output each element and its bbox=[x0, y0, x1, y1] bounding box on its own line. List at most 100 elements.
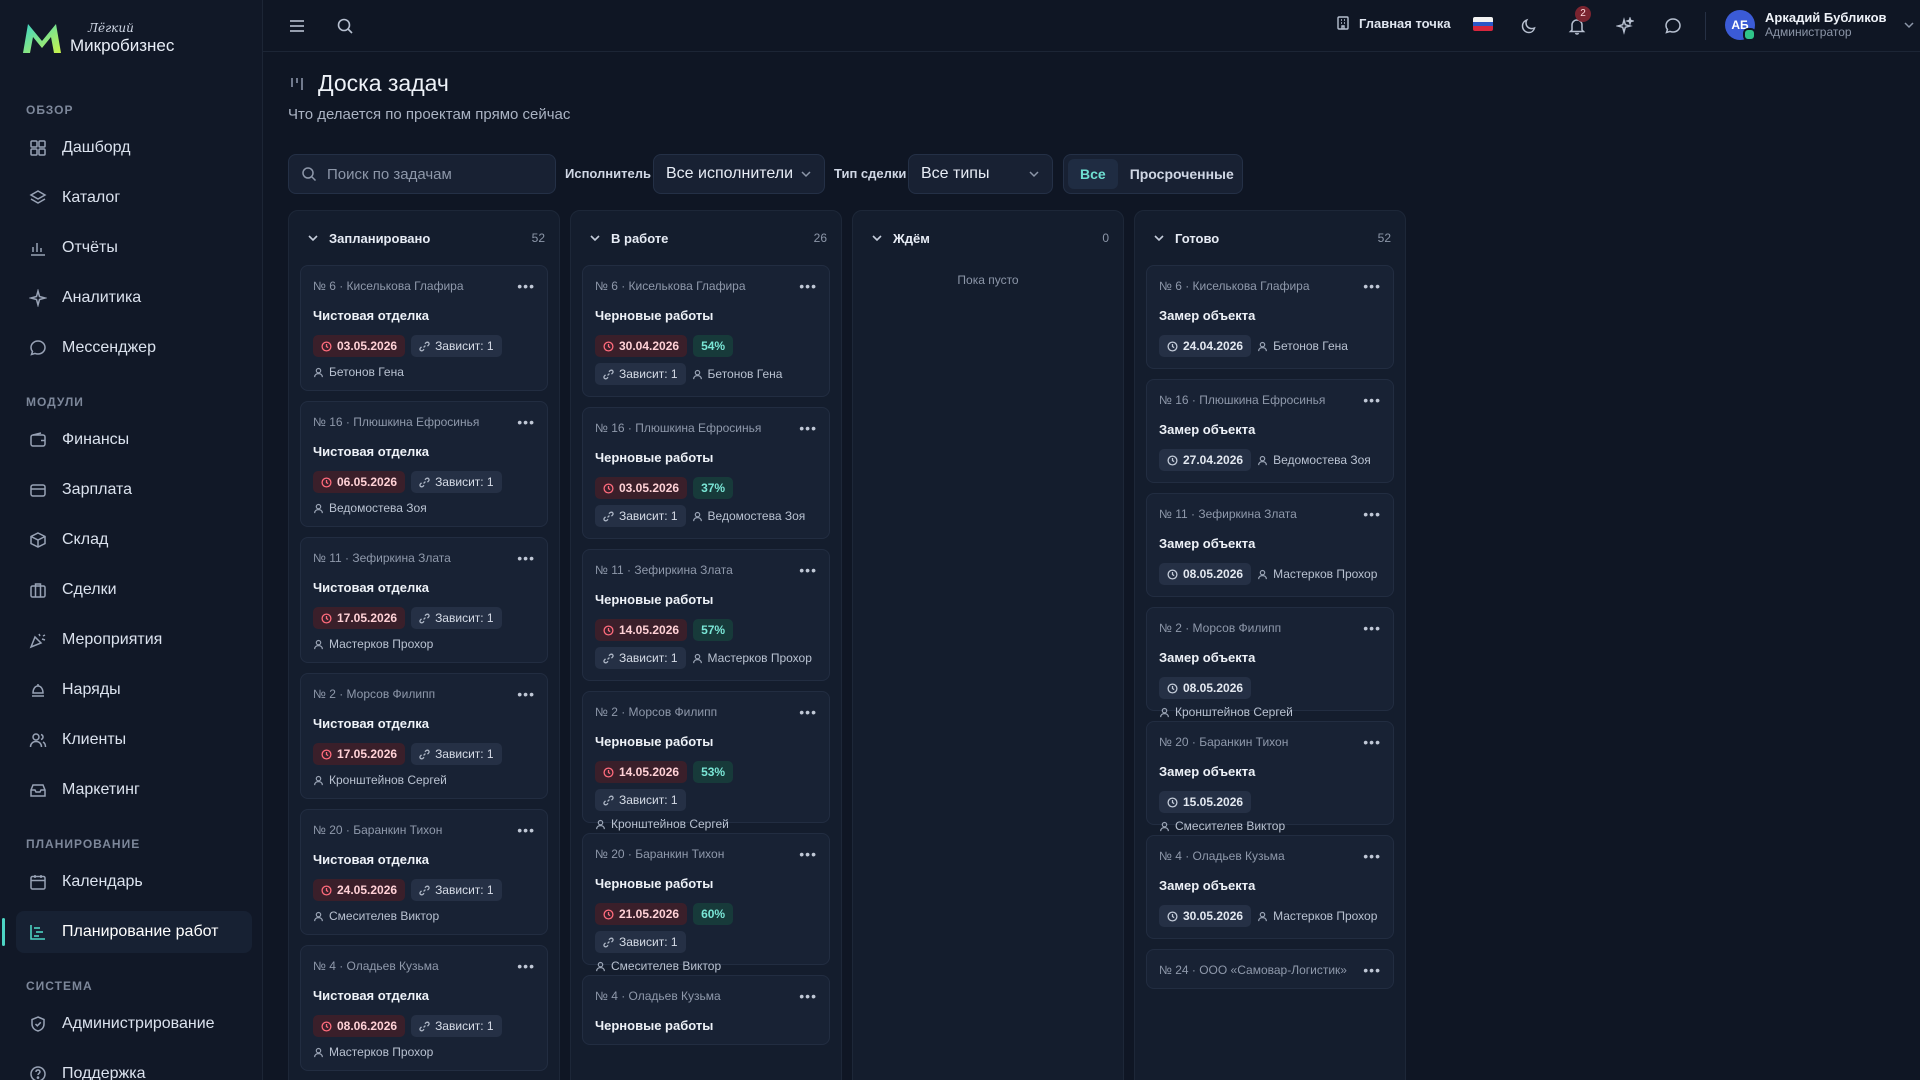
executor-select[interactable]: Все исполнители bbox=[653, 154, 825, 194]
more-icon[interactable]: ••• bbox=[1363, 621, 1381, 635]
sidebar-item-messenger[interactable]: Мессенджер bbox=[16, 327, 252, 369]
user-menu[interactable]: АБ Аркадий Бубликов Администратор bbox=[1725, 10, 1915, 41]
task-card[interactable]: № 2 · Морсов Филипп ••• Замер объекта 08.05… bbox=[1146, 607, 1394, 719]
task-card[interactable]: № 20 · Баранкин Тихон ••• Чистовая отделка… bbox=[300, 809, 548, 935]
more-icon[interactable]: ••• bbox=[517, 415, 535, 429]
task-card[interactable]: № 11 · Зефиркина Злата ••• Замер объекта 08… bbox=[1146, 493, 1394, 597]
page-title: Доска задач bbox=[288, 70, 449, 97]
task-card[interactable]: № 4 · Оладьев Кузьма ••• Чистовая отделка 0… bbox=[300, 945, 548, 1071]
overdue-toggle: Все Просроченные bbox=[1063, 154, 1243, 194]
sidebar-item-label: Клиенты bbox=[62, 731, 127, 748]
chevron-down-icon[interactable] bbox=[589, 232, 601, 244]
sidebar-item-clients[interactable]: Клиенты bbox=[16, 719, 252, 761]
search-input[interactable] bbox=[327, 165, 537, 183]
sidebar-item-marketing[interactable]: Маркетинг bbox=[16, 769, 252, 811]
sidebar-item-work-planning[interactable]: Планирование работ bbox=[2, 911, 252, 953]
task-card[interactable]: № 2 · Морсов Филипп ••• Чистовая отделка 17… bbox=[300, 673, 548, 799]
card-meta: № 2 · Морсов Филипп bbox=[313, 687, 436, 701]
task-card[interactable]: № 11 · Зефиркина Злата ••• Чистовая отделк… bbox=[300, 537, 548, 663]
more-icon[interactable]: ••• bbox=[1363, 735, 1381, 749]
sidebar-item-analytics[interactable]: Аналитика bbox=[16, 277, 252, 319]
search-box[interactable] bbox=[288, 154, 556, 194]
more-icon[interactable]: ••• bbox=[799, 421, 817, 435]
chevron-down-icon[interactable] bbox=[307, 232, 319, 244]
card-title: Замер объекта bbox=[1159, 536, 1256, 551]
toggle-overdue[interactable]: Просроченные bbox=[1118, 159, 1246, 189]
more-icon[interactable]: ••• bbox=[1363, 507, 1381, 521]
card-header: № 11 · Зефиркина Злата ••• bbox=[313, 550, 535, 566]
more-icon[interactable]: ••• bbox=[1363, 849, 1381, 863]
sidebar-item-salary[interactable]: Зарплата bbox=[16, 469, 252, 511]
sidebar-item-calendar[interactable]: Календарь bbox=[16, 861, 252, 903]
column-count: 26 bbox=[813, 231, 827, 245]
due-date-chip: 08.06.2026 bbox=[313, 1015, 406, 1037]
sidebar-item-admin[interactable]: Администрирование bbox=[16, 1003, 252, 1045]
sidebar-item-catalog[interactable]: Каталог bbox=[16, 177, 252, 219]
more-icon[interactable]: ••• bbox=[799, 563, 817, 577]
location-selector[interactable]: Главная точка bbox=[1335, 15, 1451, 31]
dependency-text: Зависит: 1 bbox=[435, 339, 494, 353]
sidebar-item-dashboard[interactable]: Дашборд bbox=[16, 127, 252, 169]
more-icon[interactable]: ••• bbox=[517, 279, 535, 293]
toggle-all[interactable]: Все bbox=[1068, 159, 1118, 189]
due-date-chip: 30.04.2026 bbox=[595, 335, 688, 357]
card-chips: 08.05.2026 Кронштейнов Сергей bbox=[1159, 677, 1381, 719]
card-chips: 30.05.2026 Мастерков Прохор bbox=[1159, 905, 1381, 927]
task-card[interactable]: № 11 · Зефиркина Злата ••• Черновые работы… bbox=[582, 549, 830, 681]
more-icon[interactable]: ••• bbox=[517, 687, 535, 701]
more-icon[interactable]: ••• bbox=[517, 823, 535, 837]
more-icon[interactable]: ••• bbox=[1363, 393, 1381, 407]
more-icon[interactable]: ••• bbox=[1363, 279, 1381, 293]
card-chips: 06.05.2026 Зависит: 1 bbox=[313, 471, 535, 493]
sidebar-item-work-orders[interactable]: Наряды bbox=[16, 669, 252, 711]
language-flag-icon[interactable] bbox=[1473, 17, 1493, 31]
sidebar-item-events[interactable]: Мероприятия bbox=[16, 619, 252, 661]
task-card[interactable]: № 16 · Плюшкина Ефросинья ••• Замер объект… bbox=[1146, 379, 1394, 483]
user-icon bbox=[1257, 569, 1268, 580]
column-header[interactable]: Запланировано 52 bbox=[289, 211, 559, 265]
sidebar-item-support[interactable]: Поддержка bbox=[16, 1053, 252, 1080]
task-card[interactable]: № 16 · Плюшкина Ефросинья ••• Черновые раб… bbox=[582, 407, 830, 539]
chat-icon[interactable] bbox=[1661, 14, 1685, 38]
deal-type-select[interactable]: Все типы bbox=[908, 154, 1053, 194]
task-card[interactable]: № 20 · Баранкин Тихон ••• Черновые работы 2… bbox=[582, 833, 830, 973]
menu-icon[interactable] bbox=[285, 14, 309, 38]
help-icon bbox=[28, 1064, 48, 1080]
column-header[interactable]: Ждём 0 bbox=[853, 211, 1123, 265]
sidebar-item-reports[interactable]: Отчёты bbox=[16, 227, 252, 269]
sidebar-item-deals[interactable]: Сделки bbox=[16, 569, 252, 611]
task-card[interactable]: № 4 · Оладьев Кузьма ••• Замер объекта 30.0… bbox=[1146, 835, 1394, 939]
chevron-down-icon[interactable] bbox=[871, 232, 883, 244]
brand-logo[interactable]: Лёгкий Микробизнес bbox=[20, 18, 174, 58]
more-icon[interactable]: ••• bbox=[799, 279, 817, 293]
task-card[interactable]: № 24 · ООО «Самовар-Логистик» ••• bbox=[1146, 949, 1394, 989]
more-icon[interactable]: ••• bbox=[517, 551, 535, 565]
task-card[interactable]: № 20 · Баранкин Тихон ••• Замер объекта 15.… bbox=[1146, 721, 1394, 833]
dependency-text: Зависит: 1 bbox=[435, 475, 494, 489]
sidebar: Лёгкий Микробизнес ОБЗОР Дашборд Каталог… bbox=[0, 0, 263, 1080]
task-card[interactable]: № 6 · Киселькова Глафира ••• Замер объекта… bbox=[1146, 265, 1394, 369]
column-header[interactable]: Готово 52 bbox=[1135, 211, 1405, 265]
due-date: 14.05.2026 bbox=[619, 765, 680, 779]
deal-type-value: Все типы bbox=[921, 165, 990, 182]
more-icon[interactable]: ••• bbox=[1363, 963, 1381, 977]
sidebar-item-label: Аналитика bbox=[62, 289, 142, 306]
task-card[interactable]: № 6 · Киселькова Глафира ••• Черновые рабо… bbox=[582, 265, 830, 397]
chevron-down-icon[interactable] bbox=[1153, 232, 1165, 244]
more-icon[interactable]: ••• bbox=[799, 847, 817, 861]
sidebar-item-finance[interactable]: Финансы bbox=[16, 419, 252, 461]
column-header[interactable]: В работе 26 bbox=[571, 211, 841, 265]
sparkle-icon[interactable] bbox=[1613, 14, 1637, 38]
more-icon[interactable]: ••• bbox=[799, 705, 817, 719]
sidebar-item-warehouse[interactable]: Склад bbox=[16, 519, 252, 561]
more-icon[interactable]: ••• bbox=[799, 989, 817, 1003]
theme-moon-icon[interactable] bbox=[1517, 14, 1541, 38]
sidebar-item-label: Планирование работ bbox=[62, 923, 219, 940]
column-title: Готово bbox=[1175, 230, 1220, 246]
task-card[interactable]: № 6 · Киселькова Глафира ••• Чистовая отде… bbox=[300, 265, 548, 391]
task-card[interactable]: № 2 · Морсов Филипп ••• Черновые работы 14.… bbox=[582, 691, 830, 831]
task-card[interactable]: № 4 · Оладьев Кузьма ••• Черновые работы bbox=[582, 975, 830, 1045]
more-icon[interactable]: ••• bbox=[517, 959, 535, 973]
task-card[interactable]: № 16 · Плюшкина Ефросинья ••• Чистовая отд… bbox=[300, 401, 548, 527]
search-icon[interactable] bbox=[333, 14, 357, 38]
